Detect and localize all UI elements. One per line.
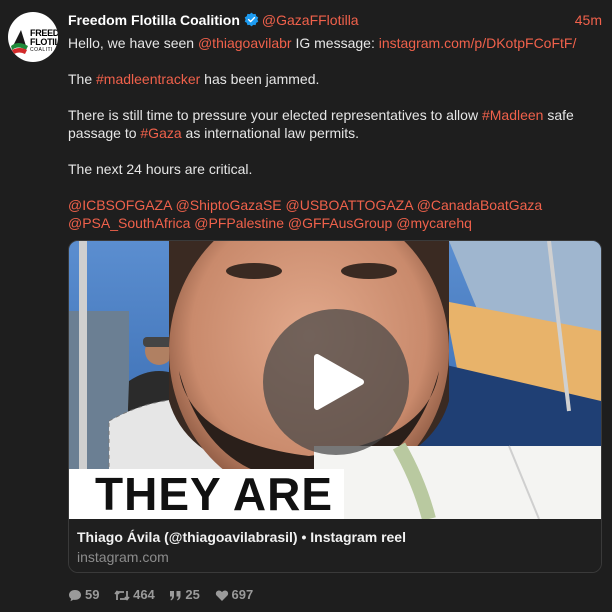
logo-text-line-3: COALITI: [30, 47, 53, 53]
text-line: The next 24 hours are critical.: [68, 161, 253, 177]
play-button[interactable]: [263, 309, 409, 455]
quote-stat[interactable]: 25: [169, 586, 200, 604]
reply-stat[interactable]: 59: [68, 586, 99, 604]
card-info[interactable]: Thiago Ávila (@thiagoavilabrasil) • Inst…: [69, 520, 601, 572]
mentions-line: @ICBSOFGAZA @ShiptoGazaSE @USBOATTOGAZA …: [68, 196, 598, 232]
author-handle[interactable]: @GazaFFlotilla: [262, 12, 359, 28]
text-line: The #madleentracker has been jammed.: [68, 70, 598, 88]
text-segment: has been jammed.: [200, 71, 320, 87]
text-segment: IG message:: [291, 35, 379, 51]
reply-count: 59: [85, 587, 100, 602]
mention-link[interactable]: @PFPalestine: [194, 215, 284, 231]
card-title[interactable]: Thiago Ávila (@thiagoavilabrasil) • Inst…: [77, 529, 406, 545]
heart-icon: [215, 590, 228, 601]
logo-text-line-2: FLOTIL: [30, 37, 58, 47]
card-domain: instagram.com: [77, 549, 169, 565]
instagram-link[interactable]: instagram.com/p/DKotpFCoFtF/: [379, 35, 577, 51]
avatar[interactable]: FREEDO FLOTIL COALITI: [8, 12, 58, 62]
hashtag-link[interactable]: #Madleen: [482, 107, 544, 123]
text-segment: Hello, we have seen: [68, 35, 198, 51]
video-caption: THEY ARE: [95, 468, 334, 519]
display-name[interactable]: Freedom Flotilla Coalition: [68, 12, 240, 28]
post-header: Freedom Flotilla Coalition @GazaFFlotilla…: [68, 10, 602, 30]
like-count: 697: [231, 587, 254, 602]
post-text: Hello, we have seen @thiagoavilabr IG me…: [68, 34, 598, 232]
repost-icon: [114, 590, 130, 601]
quote-count: 25: [185, 587, 200, 602]
mention-link[interactable]: @CanadaBoatGaza: [417, 197, 543, 213]
verified-badge-icon: [244, 12, 259, 27]
mention-link[interactable]: @USBOATTOGAZA: [286, 197, 413, 213]
link-preview-card[interactable]: THEY ARE Thiago Ávila (@thiagoavilabrasi…: [68, 240, 602, 573]
post: FREEDO FLOTIL COALITI Freedom Flotilla C…: [0, 0, 612, 612]
text-segment: There is still time to pressure your ele…: [68, 107, 482, 123]
mention-link[interactable]: @PSA_SouthAfrica: [68, 215, 190, 231]
reply-icon: [69, 590, 81, 602]
text-line: There is still time to pressure your ele…: [68, 106, 598, 142]
mention-link[interactable]: @ShiptoGazaSE: [176, 197, 282, 213]
text-segment: The: [68, 71, 97, 87]
like-stat[interactable]: 697: [215, 586, 254, 604]
repost-count: 464: [133, 587, 155, 602]
engagement-stats: 59 464 25 697: [68, 586, 264, 604]
mention-link[interactable]: @mycarehq: [396, 215, 472, 231]
video-thumbnail[interactable]: THEY ARE: [69, 241, 601, 519]
hashtag-link[interactable]: #madleentracker: [96, 71, 200, 87]
repost-stat[interactable]: 464: [114, 586, 155, 604]
mention-link[interactable]: @thiagoavilabr: [198, 35, 292, 51]
text-line: Hello, we have seen @thiagoavilabr IG me…: [68, 34, 598, 52]
timestamp[interactable]: 45m: [575, 10, 602, 30]
hashtag-link[interactable]: #Gaza: [140, 125, 181, 141]
quote-icon: [170, 591, 181, 601]
mention-link[interactable]: @ICBSOFGAZA: [68, 197, 172, 213]
text-segment: as international law permits.: [181, 125, 360, 141]
mention-link[interactable]: @GFFAusGroup: [288, 215, 392, 231]
play-icon: [314, 354, 364, 410]
